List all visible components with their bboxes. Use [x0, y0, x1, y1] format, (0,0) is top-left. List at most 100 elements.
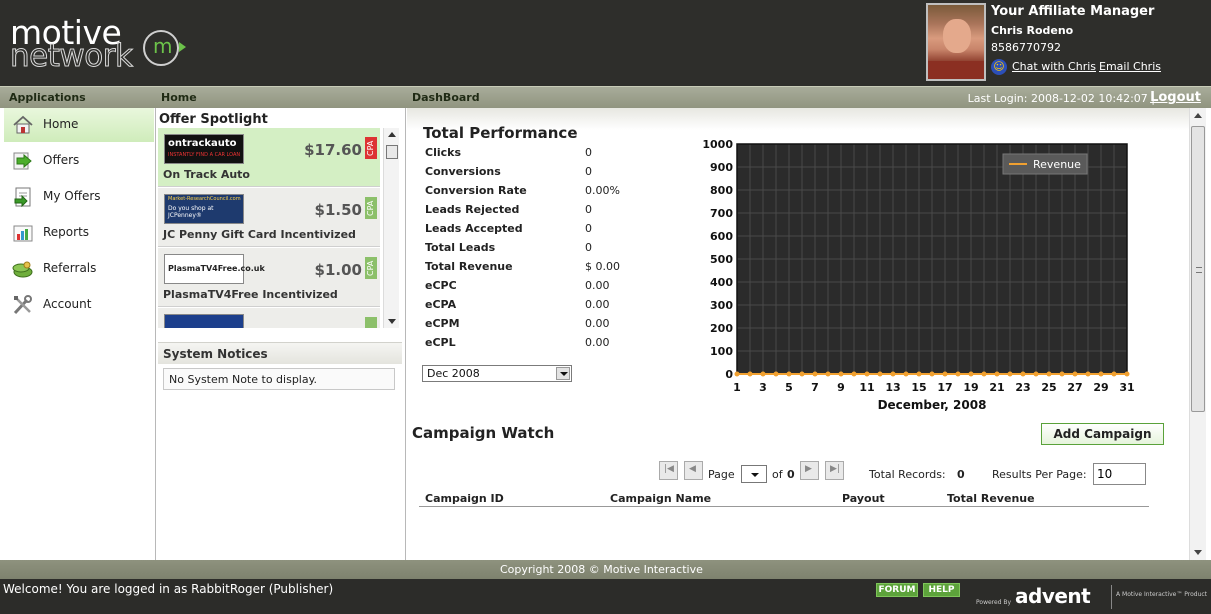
chart-x-tick-label: 15	[911, 381, 926, 394]
prev-page-button[interactable]: ◀	[684, 461, 703, 480]
next-page-button[interactable]: ▶	[800, 461, 819, 480]
document-icon	[14, 187, 31, 207]
report-icon	[13, 225, 33, 242]
manager-name: Chris Rodeno	[991, 24, 1074, 37]
sidebar-item-label: Account	[43, 297, 92, 311]
chart-x-tick-label: 7	[811, 381, 819, 394]
results-per-page-input[interactable]	[1093, 463, 1146, 485]
last-page-button[interactable]: ▶|	[825, 461, 844, 480]
chart-point	[851, 371, 857, 377]
offer-item-plasmatv4free[interactable]: PlasmaTV4Free.co.uk $1.00 CPA PlasmaTV4F…	[158, 248, 380, 307]
chart-x-tick-label: 29	[1093, 381, 1108, 394]
stat-value: 0	[585, 241, 592, 254]
month-select-value: Dec 2008	[427, 367, 480, 380]
dashboard-main: Total Performance Clicks 0 Conversions 0 Con…	[407, 108, 1189, 560]
chevron-down-icon	[556, 367, 570, 380]
breadcrumb-dashboard: DashBoard	[412, 91, 480, 104]
table-header-divider	[419, 506, 1149, 507]
main-scrollbar[interactable]	[1189, 108, 1206, 560]
chart-x-tick-label: 5	[785, 381, 793, 394]
forum-button[interactable]: FORUM	[876, 583, 918, 597]
sidebar-item-referrals[interactable]: Referrals	[4, 252, 154, 286]
chart-point	[773, 371, 779, 377]
tools-icon	[13, 295, 32, 315]
chart-point	[1124, 371, 1130, 377]
chat-with-manager-link[interactable]: Chat with Chris	[1012, 60, 1096, 73]
offer-item-partial[interactable]	[158, 308, 380, 328]
first-page-button[interactable]: |◀	[659, 461, 678, 480]
offer-logo: ontrackauto INSTANTLY FIND A CAR LOAN	[164, 134, 244, 164]
offer-spotlight-list: ontrackauto INSTANTLY FIND A CAR LOAN $1…	[158, 128, 380, 328]
chart-point	[994, 371, 1000, 377]
column-total-revenue[interactable]: Total Revenue	[947, 492, 1035, 505]
powered-by-label: Powered By	[976, 599, 1012, 606]
add-campaign-button[interactable]: Add Campaign	[1041, 423, 1164, 445]
offer-type-badge: CPA	[365, 257, 377, 279]
chart-x-tick-label: 19	[963, 381, 978, 394]
chart-legend-label: Revenue	[1033, 158, 1081, 171]
stat-value: 0	[585, 203, 592, 216]
offer-name: On Track Auto	[163, 168, 250, 181]
chart-y-tick-label: 800	[710, 184, 733, 197]
offer-price: $17.60	[304, 141, 362, 159]
help-button[interactable]: HELP	[923, 583, 960, 597]
breadcrumb-home[interactable]: Home	[161, 91, 197, 104]
offer-item-jc-penny[interactable]: Market-ResearchCouncil.com Do you shop a…	[158, 188, 380, 247]
money-icon	[12, 261, 33, 278]
offer-item-on-track-auto[interactable]: ontrackauto INSTANTLY FIND A CAR LOAN $1…	[158, 128, 380, 187]
page-select[interactable]	[741, 465, 767, 483]
copyright-text: Copyright 2008 © Motive Interactive	[500, 563, 703, 576]
chart-point	[747, 371, 753, 377]
prev-page-icon: ◀	[689, 464, 696, 474]
sidebar-item-offers[interactable]: Offers	[4, 144, 154, 178]
chat-person-icon[interactable]: ☺	[991, 59, 1007, 75]
chart-point	[981, 371, 987, 377]
system-notices-title: System Notices	[163, 347, 268, 361]
page-total: 0	[787, 468, 795, 481]
logout-link[interactable]: Logout	[1150, 90, 1201, 105]
chart-y-tick-label: 500	[710, 253, 733, 266]
chart-point	[1085, 371, 1091, 377]
manager-photo	[926, 3, 986, 81]
sidebar-item-account[interactable]: Account	[4, 288, 154, 322]
chart-x-tick-label: 13	[885, 381, 900, 394]
nav-applications: Applications	[9, 91, 86, 104]
page-label: Page	[708, 468, 735, 481]
column-payout[interactable]: Payout	[842, 492, 885, 505]
system-notice-box: No System Note to display.	[163, 368, 395, 390]
chart-point	[838, 371, 844, 377]
stat-label: Total Revenue	[425, 260, 513, 273]
chart-x-tick-label: 27	[1067, 381, 1082, 394]
chart-point	[877, 371, 883, 377]
chart-point	[1033, 371, 1039, 377]
offer-spotlight-scrollbar[interactable]	[383, 128, 399, 328]
chart-point	[799, 371, 805, 377]
stat-label: Clicks	[425, 146, 461, 159]
chart-x-tick-label: 1	[733, 381, 741, 394]
sidebar-item-my-offers[interactable]: My Offers	[4, 180, 154, 214]
last-page-icon: ▶|	[830, 464, 840, 474]
sidebar-item-reports[interactable]: Reports	[4, 216, 154, 250]
scroll-down-icon	[388, 319, 396, 324]
offer-type-badge: CPA	[365, 137, 377, 159]
month-select[interactable]: Dec 2008	[422, 365, 572, 382]
sidebar-item-label: Referrals	[43, 261, 97, 275]
chart-point	[760, 371, 766, 377]
sidebar-item-home[interactable]: Home	[4, 108, 154, 142]
column-campaign-name[interactable]: Campaign Name	[610, 492, 711, 505]
offer-spotlight-title: Offer Spotlight	[159, 112, 268, 127]
sidebar-item-label: My Offers	[43, 189, 101, 203]
stat-label: eCPM	[425, 317, 460, 330]
system-notice-message: No System Note to display.	[169, 373, 318, 386]
column-campaign-id[interactable]: Campaign ID	[425, 492, 504, 505]
nav-bar: Applications Home DashBoard Last Login: …	[0, 86, 1211, 108]
sidebar-item-label: Offers	[43, 153, 80, 167]
chart-x-tick-label: 23	[1015, 381, 1030, 394]
email-manager-link[interactable]: Email Chris	[1099, 60, 1161, 73]
chart-x-tick-label: 3	[759, 381, 767, 394]
scroll-thumb	[386, 145, 398, 159]
offer-name: PlasmaTV4Free Incentivized	[163, 288, 338, 301]
motive-network-logo[interactable]: motive network m	[8, 16, 198, 73]
scroll-thumb	[1191, 126, 1205, 412]
offer-logo	[164, 314, 244, 328]
